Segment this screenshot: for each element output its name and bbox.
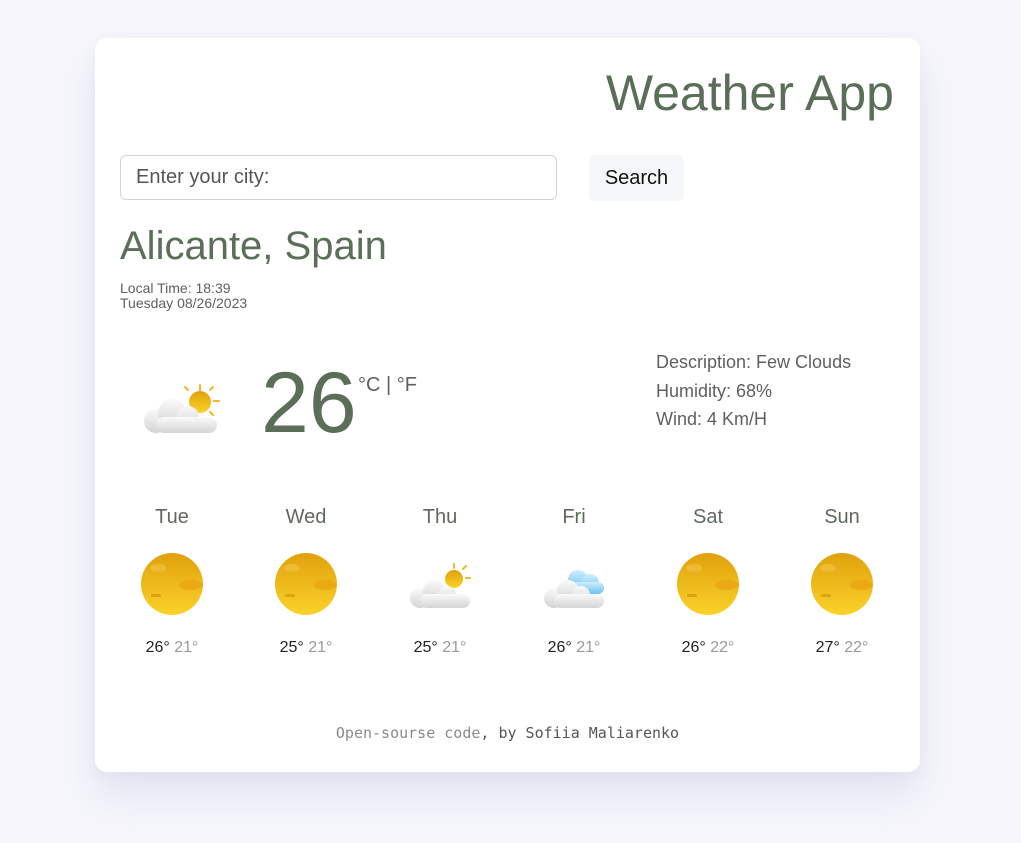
humidity-text: Humidity: 68% [656, 380, 773, 401]
forecast-day-name: Wed [285, 506, 327, 528]
unit-toggle: °C | °F [358, 374, 417, 397]
forecast-max: 25° [279, 639, 304, 656]
local-time: Local Time: 18:39 [120, 280, 231, 296]
sun-icon [676, 552, 740, 621]
city-search-input[interactable] [120, 155, 557, 200]
forecast-day-name: Sun [824, 506, 860, 528]
fahrenheit-link[interactable]: °F [397, 374, 417, 396]
forecast-max: 26° [681, 639, 706, 656]
wind-text: Wind: 4 Km/H [656, 409, 768, 429]
forecast-max: 25° [413, 639, 438, 656]
forecast-min: 21° [174, 639, 199, 656]
cloudy-icon [542, 552, 606, 621]
forecast-day: Wed 25° 21° [239, 506, 373, 666]
search-button[interactable]: Search [589, 155, 684, 201]
few-clouds-icon [142, 383, 222, 444]
forecast-day-name: Fri [562, 506, 586, 528]
forecast-day: Sun 27° 22° [775, 506, 909, 666]
forecast-max: 26° [145, 639, 170, 656]
forecast-day: Sat 26° 22° [641, 506, 775, 666]
forecast-min: 21° [308, 639, 333, 656]
forecast-day: Tue 26° 21° [105, 506, 239, 666]
footer-byline: , by Sofiia Maliarenko [480, 724, 680, 742]
local-date: Tuesday 08/26/2023 [120, 295, 248, 311]
city-name: Alicante, Spain [120, 224, 387, 268]
app-title: Weather App [605, 65, 894, 121]
source-code-link[interactable]: Open-sourse code [336, 724, 481, 742]
celsius-link[interactable]: °C [358, 374, 380, 396]
forecast-day: Fri 26° 21° [507, 506, 641, 666]
weather-details: Description: Few Clouds Humidity: 68% Wi… [656, 351, 851, 437]
forecast-min: 21° [576, 639, 601, 656]
forecast-max: 27° [815, 639, 840, 656]
few-clouds-icon [408, 552, 472, 621]
forecast-day-name: Tue [155, 506, 189, 528]
sun-icon [810, 552, 874, 621]
forecast-min: 22° [844, 639, 869, 656]
unit-separator: | [386, 374, 392, 396]
sun-icon [140, 552, 204, 621]
forecast-day-name: Sat [692, 506, 724, 528]
sun-icon [274, 552, 338, 621]
weather-card: Weather App Search Alicante, Spain Local… [95, 38, 920, 772]
forecast-min: 22° [710, 639, 735, 656]
footer: Open-sourse code, by Sofiia Maliarenko [95, 724, 920, 742]
forecast-day-name: Thu [422, 506, 458, 528]
forecast-max: 26° [547, 639, 572, 656]
description-text: Description: Few Clouds [656, 352, 852, 372]
forecast-day: Thu 25° 21° [373, 506, 507, 666]
forecast-min: 21° [442, 639, 467, 656]
current-temperature: 26 [261, 355, 357, 451]
forecast-row: Tue 26° 21° Wed 25° 21° Thu 25° 21° Fri … [105, 506, 910, 666]
